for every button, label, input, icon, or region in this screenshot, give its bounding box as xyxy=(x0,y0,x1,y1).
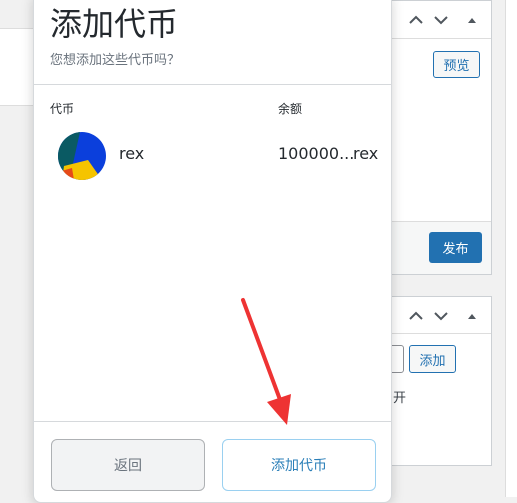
tags-box-header xyxy=(387,297,491,334)
divider xyxy=(34,421,391,422)
editor-right-strip xyxy=(505,0,517,497)
chevron-down-icon[interactable] xyxy=(432,11,450,29)
chevron-up-icon[interactable] xyxy=(407,11,425,29)
back-button[interactable]: 返回 xyxy=(51,439,205,491)
token-name: rex xyxy=(119,144,145,163)
popup-subtitle: 您想添加这些代币吗？ xyxy=(50,53,181,68)
partial-text: 开 xyxy=(393,391,407,406)
popup-title: 添加代币 xyxy=(50,5,179,43)
token-identicon-icon xyxy=(58,132,106,180)
triangle-up-icon[interactable] xyxy=(463,11,481,29)
publish-button[interactable]: 发布 xyxy=(429,232,482,263)
tags-box: 添加 开 xyxy=(385,296,492,466)
preview-button[interactable]: 预览 xyxy=(433,51,480,78)
column-header-token: 代币 xyxy=(50,102,75,116)
add-token-popup: 添加代币 您想添加这些代币吗？ 代币 余额 rex 100000... rex … xyxy=(33,0,392,503)
token-symbol: rex xyxy=(353,144,379,163)
add-tag-button[interactable]: 添加 xyxy=(409,345,456,373)
editor-left-panel xyxy=(0,28,35,106)
add-token-button[interactable]: 添加代币 xyxy=(222,439,376,491)
token-balance: 100000... xyxy=(278,144,355,163)
token-row: rex 100000... rex xyxy=(50,131,380,181)
divider xyxy=(34,84,391,85)
publish-box-header xyxy=(387,1,491,39)
chevron-up-icon[interactable] xyxy=(407,307,425,325)
triangle-up-icon[interactable] xyxy=(463,307,481,325)
publish-box: 预览 发布 xyxy=(386,0,492,275)
column-header-balance: 余额 xyxy=(278,102,303,116)
chevron-down-icon[interactable] xyxy=(432,307,450,325)
